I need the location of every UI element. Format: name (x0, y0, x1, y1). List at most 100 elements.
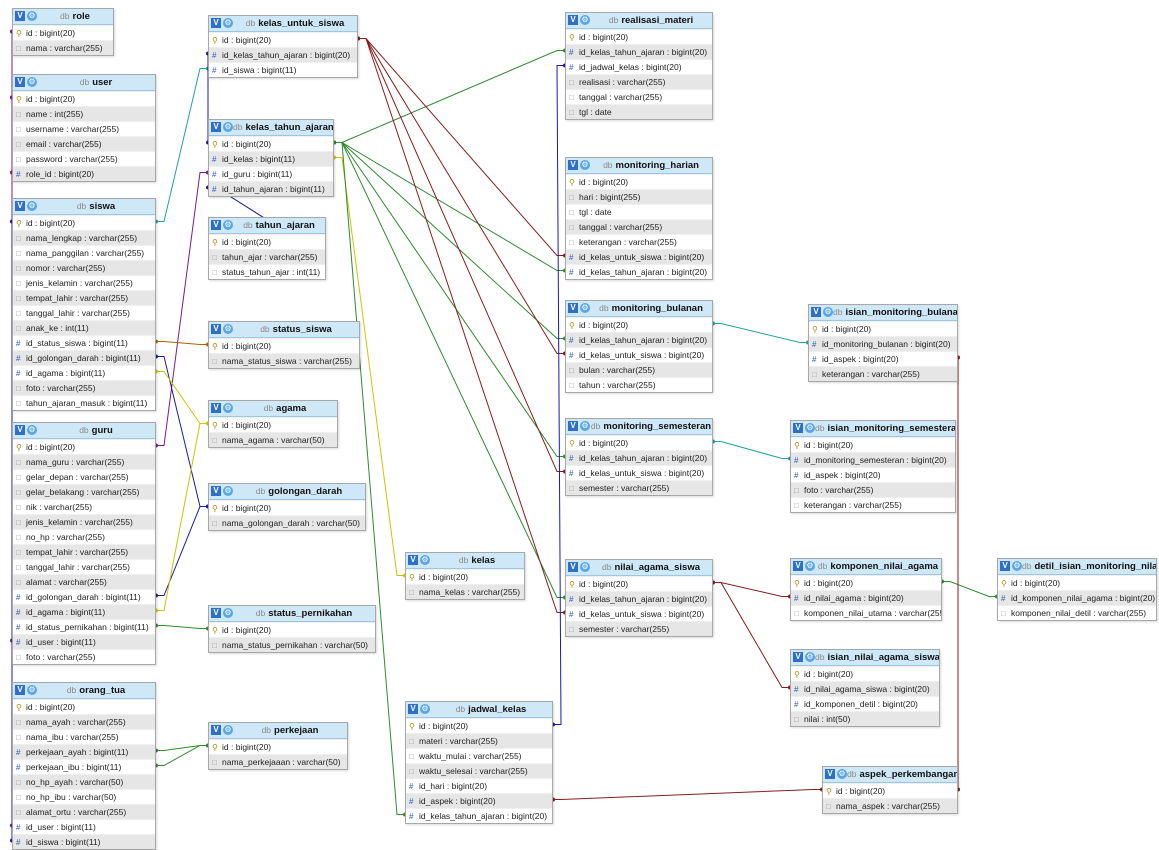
table-header[interactable]: V ⚙ db monitoring_harian (566, 158, 712, 174)
table-header[interactable]: V ⚙ db detil_isian_monitoring_nilai (998, 559, 1156, 575)
options-icon[interactable]: ⚙ (1012, 561, 1022, 571)
column-row[interactable]: # id_kelas : bigint(11) (209, 151, 333, 166)
column-row[interactable]: □ tanggal : varchar(255) (566, 219, 712, 234)
collapse-icon[interactable]: V (568, 303, 578, 313)
options-icon[interactable]: ⚙ (27, 685, 37, 695)
column-row[interactable]: □ tahun_ajar : varchar(255) (209, 249, 325, 264)
column-row[interactable]: ⚲ id : bigint(20) (13, 699, 155, 714)
options-icon[interactable]: ⚙ (223, 608, 233, 618)
column-row[interactable]: □ keterangan : varchar(255) (566, 234, 712, 249)
column-row[interactable]: □ status_tahun_ajar : int(11) (209, 264, 325, 279)
options-icon[interactable]: ⚙ (223, 220, 233, 230)
table-kelas[interactable]: V ⚙ db kelas ⚲ id : bigint(20) □ nama_kelas : v… (405, 552, 525, 600)
table-monitoring-harian[interactable]: V ⚙ db monitoring_harian ⚲ id : bigint(20) □ ha… (565, 157, 713, 280)
collapse-icon[interactable]: V (15, 201, 25, 211)
options-icon[interactable]: ⚙ (823, 307, 833, 317)
collapse-icon[interactable]: V (568, 15, 578, 25)
column-row[interactable]: # id_user : bigint(11) (13, 634, 155, 649)
column-row[interactable]: □ tahun_ajaran_masuk : bigint(11) (13, 395, 155, 410)
column-row[interactable]: □ nama : varchar(255) (13, 40, 113, 55)
table-header[interactable]: V ⚙ db aspek_perkembangan (823, 767, 957, 783)
column-row[interactable]: □ komponen_nilai_utama : varchar(255) (791, 605, 941, 620)
column-row[interactable]: # perkejaan_ayah : bigint(11) (13, 744, 155, 759)
table-header[interactable]: V ⚙ db komponen_nilai_agama (791, 559, 941, 575)
column-row[interactable]: ⚲ id : bigint(20) (209, 136, 333, 151)
collapse-icon[interactable]: V (568, 160, 578, 170)
column-row[interactable]: # id_agama : bigint(11) (13, 604, 155, 619)
column-row[interactable]: # id_guru : bigint(11) (209, 166, 333, 181)
column-row[interactable]: ⚲ id : bigint(20) (13, 215, 155, 230)
column-row[interactable]: # id_tahun_ajaran : bigint(11) (209, 181, 333, 196)
column-row[interactable]: ⚲ id : bigint(20) (809, 321, 957, 336)
column-row[interactable]: □ nilai : int(50) (791, 711, 939, 726)
column-row[interactable]: □ jenis_kelamin : varchar(255) (13, 275, 155, 290)
table-aspek-perkembangan[interactable]: V ⚙ db aspek_perkembangan ⚲ id : bigint(20) □ n… (822, 766, 958, 814)
column-row[interactable]: □ bulan : varchar(255) (566, 362, 712, 377)
column-row[interactable]: □ hari : bigint(255) (566, 189, 712, 204)
column-row[interactable]: # id_golongan_darah : bigint(11) (13, 589, 155, 604)
column-row[interactable]: # id_jadwal_kelas : bigint(20) (566, 59, 712, 74)
column-row[interactable]: □ nama_lengkap : varchar(255) (13, 230, 155, 245)
collapse-icon[interactable]: V (211, 608, 221, 618)
table-header[interactable]: V ⚙ db perkejaan (209, 723, 347, 739)
column-row[interactable]: □ email : varchar(255) (13, 136, 155, 151)
column-row[interactable]: □ anak_ke : int(11) (13, 320, 155, 335)
column-row[interactable]: □ nik : varchar(255) (13, 499, 155, 514)
column-row[interactable]: ⚲ id : bigint(20) (406, 718, 552, 733)
column-row[interactable]: # id_status_pernikahan : bigint(11) (13, 619, 155, 634)
table-agama[interactable]: V ⚙ db agama ⚲ id : bigint(20) □ nama_agama : v… (208, 400, 338, 448)
options-icon[interactable]: ⚙ (27, 201, 37, 211)
column-row[interactable]: ⚲ id : bigint(20) (998, 575, 1156, 590)
table-guru[interactable]: V ⚙ db guru ⚲ id : bigint(20) □ nama_guru : var… (12, 422, 156, 665)
table-header[interactable]: V ⚙ db kelas (406, 553, 524, 569)
collapse-icon[interactable]: V (211, 324, 221, 334)
options-icon[interactable]: ⚙ (580, 562, 590, 572)
collapse-icon[interactable]: V (211, 486, 221, 496)
table-monitoring-bulanan[interactable]: V ⚙ db monitoring_bulanan ⚲ id : bigint(20) # i… (565, 300, 713, 393)
column-row[interactable]: □ alamat_ortu : varchar(255) (13, 804, 155, 819)
column-row[interactable]: # id_kelas_tahun_ajaran : bigint(20) (566, 450, 712, 465)
column-row[interactable]: □ nama_perkejaaan : varchar(50) (209, 754, 347, 769)
column-row[interactable]: # id_kelas_untuk_siswa : bigint(20) (566, 465, 712, 480)
column-row[interactable]: # id_monitoring_semesteran : bigint(20) (791, 452, 955, 467)
table-header[interactable]: V ⚙ db golongan_darah (209, 484, 365, 500)
column-row[interactable]: □ nama_ibu : varchar(255) (13, 729, 155, 744)
table-monitoring-semesteran[interactable]: V ⚙ db monitoring_semesteran ⚲ id : bigint(20… (565, 418, 713, 496)
column-row[interactable]: ⚲ id : bigint(20) (406, 569, 524, 584)
collapse-icon[interactable]: V (211, 18, 221, 28)
column-row[interactable]: # id_kelas_tahun_ajaran : bigint(20) (566, 44, 712, 59)
table-header[interactable]: V ⚙ db role (13, 9, 113, 25)
column-row[interactable]: ⚲ id : bigint(20) (209, 32, 357, 47)
table-header[interactable]: V ⚙ db status_siswa (209, 322, 359, 338)
options-icon[interactable]: ⚙ (223, 18, 233, 28)
table-detil-isian-monitoring-nilai[interactable]: V ⚙ db detil_isian_monitoring_nilai ⚲ id : bi… (997, 558, 1157, 621)
column-row[interactable]: # id_kelas_tahun_ajaran : bigint(20) (406, 808, 552, 823)
column-row[interactable]: □ nama_golongan_darah : varchar(50) (209, 515, 365, 530)
column-row[interactable]: # id_kelas_untuk_siswa : bigint(20) (566, 347, 712, 362)
table-isian-nilai-agama-siswa[interactable]: V ⚙ db isian_nilai_agama_siswa ⚲ id : bigint(… (790, 649, 940, 727)
column-row[interactable]: □ nama_guru : varchar(255) (13, 454, 155, 469)
column-row[interactable]: □ nama_status_pernikahan : varchar(50) (209, 637, 375, 652)
table-header[interactable]: V ⚙ db guru (13, 423, 155, 439)
options-icon[interactable]: ⚙ (805, 652, 815, 662)
table-role[interactable]: V ⚙ db role ⚲ id : bigint(20) □ nama : varchar(… (12, 8, 114, 56)
column-row[interactable]: □ nama_kelas : varchar(255) (406, 584, 524, 599)
table-header[interactable]: V ⚙ db tahun_ajaran (209, 218, 325, 234)
column-row[interactable]: □ nomor : varchar(255) (13, 260, 155, 275)
column-row[interactable]: ⚲ id : bigint(20) (13, 91, 155, 106)
column-row[interactable]: □ name : int(255) (13, 106, 155, 121)
column-row[interactable]: ⚲ id : bigint(20) (791, 666, 939, 681)
options-icon[interactable]: ⚙ (27, 11, 37, 21)
column-row[interactable]: # id_golongan_darah : bigint(11) (13, 350, 155, 365)
table-header[interactable]: V ⚙ db nilai_agama_siswa (566, 560, 712, 576)
column-row[interactable]: # id_hari : bigint(20) (406, 778, 552, 793)
table-tahun-ajaran[interactable]: V ⚙ db tahun_ajaran ⚲ id : bigint(20) □ tahun_a… (208, 217, 326, 280)
column-row[interactable]: □ tahun : varchar(255) (566, 377, 712, 392)
table-header[interactable]: V ⚙ db agama (209, 401, 337, 417)
table-header[interactable]: V ⚙ db status_pernikahan (209, 606, 375, 622)
collapse-icon[interactable]: V (825, 769, 835, 779)
column-row[interactable]: □ tanggal_lahir : varchar(255) (13, 559, 155, 574)
column-row[interactable]: □ tgl : date (566, 104, 712, 119)
table-header[interactable]: V ⚙ db jadwal_kelas (406, 702, 552, 718)
table-kelas-untuk-siswa[interactable]: V ⚙ db kelas_untuk_siswa ⚲ id : bigint(20) # id… (208, 15, 358, 78)
